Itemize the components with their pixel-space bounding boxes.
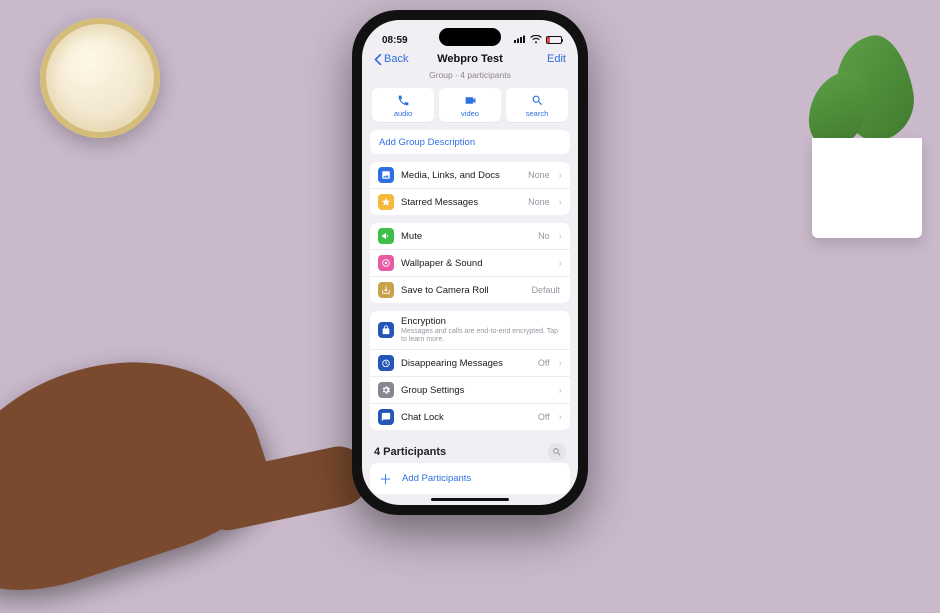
download-icon: [378, 282, 394, 298]
privacy-section: Encryption Messages and calls are end-to…: [370, 311, 570, 430]
chat-lock-icon: [378, 409, 394, 425]
starred-row[interactable]: Starred Messages None ›: [370, 188, 570, 215]
chevron-left-icon: [374, 54, 382, 65]
hand: [0, 358, 320, 528]
cellular-icon: [514, 35, 526, 45]
participants-header: 4 Participants: [362, 438, 578, 463]
chat-lock-row[interactable]: Chat Lock Off ›: [370, 403, 570, 430]
action-buttons: audio video search: [362, 88, 578, 130]
group-subtitle: Group · 4 participants: [362, 70, 578, 80]
chevron-right-icon: ›: [559, 258, 562, 269]
chat-settings-section: Mute No › Wallpaper & Sound › Save to Ca…: [370, 223, 570, 303]
description-section: Add Group Description: [370, 130, 570, 154]
chevron-right-icon: ›: [559, 385, 562, 396]
add-participants-button[interactable]: ＋ Add Participants: [370, 463, 570, 494]
media-row[interactable]: Media, Links, and Docs None ›: [370, 162, 570, 188]
photo-icon: [378, 167, 394, 183]
desk-plant: [782, 8, 922, 238]
chevron-right-icon: ›: [559, 197, 562, 208]
participants-search-button[interactable]: [548, 443, 566, 461]
audio-call-button[interactable]: audio: [372, 88, 434, 122]
scroll-content[interactable]: Group · 4 participants audio video searc…: [362, 70, 578, 503]
video-call-button[interactable]: video: [439, 88, 501, 122]
wifi-icon: [530, 35, 542, 46]
wallpaper-row[interactable]: Wallpaper & Sound ›: [370, 249, 570, 276]
dynamic-island: [439, 28, 501, 46]
search-button[interactable]: search: [506, 88, 568, 122]
participants-count: 4 Participants: [374, 446, 446, 458]
desk-clock: [40, 18, 160, 138]
speaker-icon: [378, 228, 394, 244]
video-icon: [464, 94, 477, 107]
plus-icon: ＋: [379, 469, 392, 488]
home-indicator[interactable]: [431, 498, 509, 501]
mute-row[interactable]: Mute No ›: [370, 223, 570, 249]
wallpaper-icon: [378, 255, 394, 271]
chevron-right-icon: ›: [559, 358, 562, 369]
timer-icon: [378, 355, 394, 371]
search-icon: [552, 447, 562, 457]
gear-icon: [378, 382, 394, 398]
iphone-frame: 08:59 Back Webpro Test Edit Group · 4 pa…: [352, 10, 588, 515]
edit-button[interactable]: Edit: [547, 53, 566, 65]
chevron-right-icon: ›: [559, 170, 562, 181]
page-title: Webpro Test: [437, 53, 503, 65]
participants-section: ＋ Add Participants: [370, 463, 570, 494]
media-section: Media, Links, and Docs None › Starred Me…: [370, 162, 570, 215]
chevron-right-icon: ›: [559, 412, 562, 423]
encryption-row[interactable]: Encryption Messages and calls are end-to…: [370, 311, 570, 349]
star-icon: [378, 194, 394, 210]
camera-roll-row[interactable]: Save to Camera Roll Default: [370, 276, 570, 303]
lock-icon: [378, 322, 394, 338]
status-time: 08:59: [382, 35, 408, 46]
chevron-right-icon: ›: [559, 231, 562, 242]
search-icon: [531, 94, 544, 107]
battery-icon: [546, 36, 562, 44]
nav-bar: Back Webpro Test Edit: [362, 50, 578, 70]
disappearing-row[interactable]: Disappearing Messages Off ›: [370, 349, 570, 376]
screen: 08:59 Back Webpro Test Edit Group · 4 pa…: [362, 20, 578, 505]
phone-icon: [397, 94, 410, 107]
add-description-button[interactable]: Add Group Description: [370, 130, 570, 154]
back-button[interactable]: Back: [374, 53, 408, 65]
group-settings-row[interactable]: Group Settings ›: [370, 376, 570, 403]
